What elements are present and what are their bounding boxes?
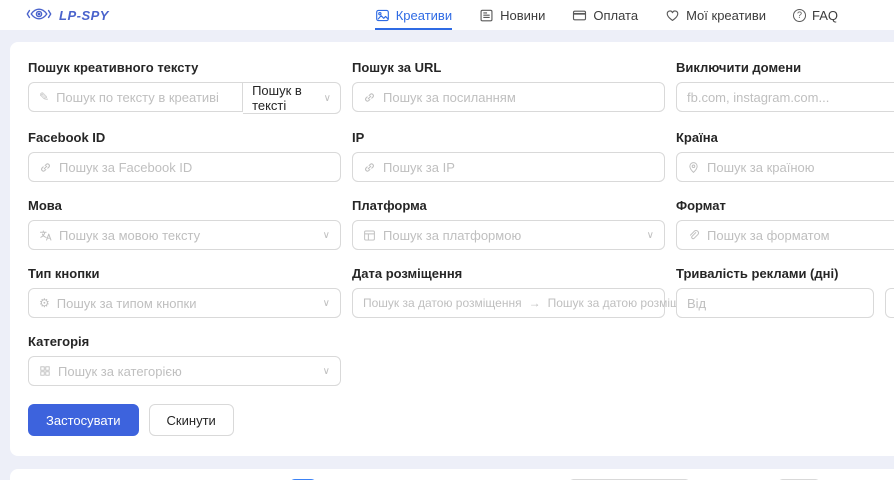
button-type-select[interactable]: ⚙ ∨	[28, 288, 341, 318]
field-format: Формат	[676, 198, 894, 250]
results-toolbar: Знайдено 48678 креативів на сторінці ‹ 1…	[10, 469, 894, 480]
field-label: Тривалість реклами (дні)	[676, 266, 894, 281]
location-pin-icon	[687, 161, 700, 174]
category-input[interactable]	[58, 364, 316, 379]
platform-select[interactable]: ∨	[352, 220, 665, 250]
apply-button[interactable]: Застосувати	[28, 404, 139, 436]
field-duration: Тривалість реклами (дні)	[676, 266, 894, 318]
duration-from-input[interactable]	[687, 296, 863, 311]
exclude-domains-input[interactable]	[687, 90, 894, 105]
field-placement-date: Дата розміщення Пошук за датою розміщенн…	[352, 266, 665, 318]
translate-icon	[39, 229, 52, 242]
gear-icon: ⚙	[39, 297, 50, 309]
nav-tab-label: Креативи	[396, 8, 452, 23]
field-label: Країна	[676, 130, 894, 145]
chevron-down-icon: ∨	[323, 298, 330, 309]
brand-logo[interactable]: LP-SPY	[26, 6, 109, 25]
platform-input[interactable]	[383, 228, 640, 243]
nav-tab-label: FAQ	[812, 8, 838, 23]
arrow-right-icon: →	[529, 297, 541, 309]
category-select[interactable]: ∨	[28, 356, 341, 386]
filters-panel: Пошук креативного тексту ✎ Пошук в текст…	[10, 42, 894, 456]
eye-logo-icon	[26, 6, 52, 25]
ip-input[interactable]	[383, 160, 654, 175]
field-label: Виключити домени	[676, 60, 894, 75]
creative-text-input[interactable]	[56, 90, 232, 105]
mode-value: Пошук в тексті	[252, 83, 324, 113]
link-icon	[363, 161, 376, 174]
heart-icon	[665, 8, 680, 23]
facebook-id-input[interactable]	[59, 160, 330, 175]
chevron-down-icon: ∨	[323, 230, 330, 241]
category-grid-icon	[39, 365, 51, 377]
field-facebook-id: Facebook ID	[28, 130, 341, 182]
format-input[interactable]	[707, 228, 894, 243]
field-exclude-domains: Виключити домени	[676, 60, 894, 114]
field-label: Дата розміщення	[352, 266, 665, 281]
field-platform: Платформа ∨	[352, 198, 665, 250]
image-icon	[375, 8, 390, 23]
field-label: Платформа	[352, 198, 665, 213]
link-icon	[39, 161, 52, 174]
chevron-down-icon: ∨	[647, 230, 654, 241]
language-select[interactable]: ∨	[28, 220, 341, 250]
nav-tab-news[interactable]: Новини	[479, 0, 545, 30]
field-label: Мова	[28, 198, 341, 213]
question-icon: ?	[793, 9, 806, 22]
top-navbar: LP-SPY Креативи Новини	[0, 0, 894, 30]
nav-tab-label: Оплата	[593, 8, 638, 23]
platform-icon	[363, 229, 376, 242]
pencil-icon: ✎	[39, 91, 49, 103]
language-input[interactable]	[59, 228, 316, 243]
nav-tab-my-creatives[interactable]: Мої креативи	[665, 0, 766, 30]
country-input[interactable]	[707, 160, 894, 175]
chevron-down-icon: ∨	[323, 366, 330, 377]
field-label: IP	[352, 130, 665, 145]
main-nav: Креативи Новини Оплата	[375, 0, 838, 30]
news-icon	[479, 8, 494, 23]
button-type-input[interactable]	[57, 296, 316, 311]
url-input[interactable]	[383, 90, 654, 105]
field-creative-text: Пошук креативного тексту ✎ Пошук в текст…	[28, 60, 341, 114]
field-label: Формат	[676, 198, 894, 213]
chevron-down-icon: ∨	[324, 93, 331, 104]
field-label: Категорія	[28, 334, 341, 349]
paperclip-icon	[687, 229, 700, 242]
field-label: Тип кнопки	[28, 266, 341, 281]
field-language: Мова ∨	[28, 198, 341, 250]
date-from-placeholder[interactable]: Пошук за датою розміщення	[363, 296, 522, 310]
date-range-picker[interactable]: Пошук за датою розміщення → Пошук за дат…	[352, 288, 665, 318]
field-url: Пошук за URL	[352, 60, 665, 114]
field-label: Пошук креативного тексту	[28, 60, 341, 75]
nav-tab-label: Новини	[500, 8, 545, 23]
field-label: Facebook ID	[28, 130, 341, 145]
brand-name: LP-SPY	[59, 8, 109, 23]
field-label: Пошук за URL	[352, 60, 665, 75]
link-icon	[363, 91, 376, 104]
text-search-mode-select[interactable]: Пошук в тексті ∨	[243, 82, 341, 114]
nav-tab-payment[interactable]: Оплата	[572, 0, 638, 30]
field-country: Країна	[676, 130, 894, 182]
nav-tab-faq[interactable]: ? FAQ	[793, 0, 838, 30]
field-ip: IP	[352, 130, 665, 182]
credit-card-icon	[572, 8, 587, 23]
reset-button[interactable]: Скинути	[149, 404, 234, 436]
nav-tab-label: Мої креативи	[686, 8, 766, 23]
nav-tab-creatives[interactable]: Креативи	[375, 0, 452, 30]
field-button-type: Тип кнопки ⚙ ∨	[28, 266, 341, 318]
format-select[interactable]	[676, 220, 894, 250]
field-category: Категорія ∨	[28, 334, 341, 386]
